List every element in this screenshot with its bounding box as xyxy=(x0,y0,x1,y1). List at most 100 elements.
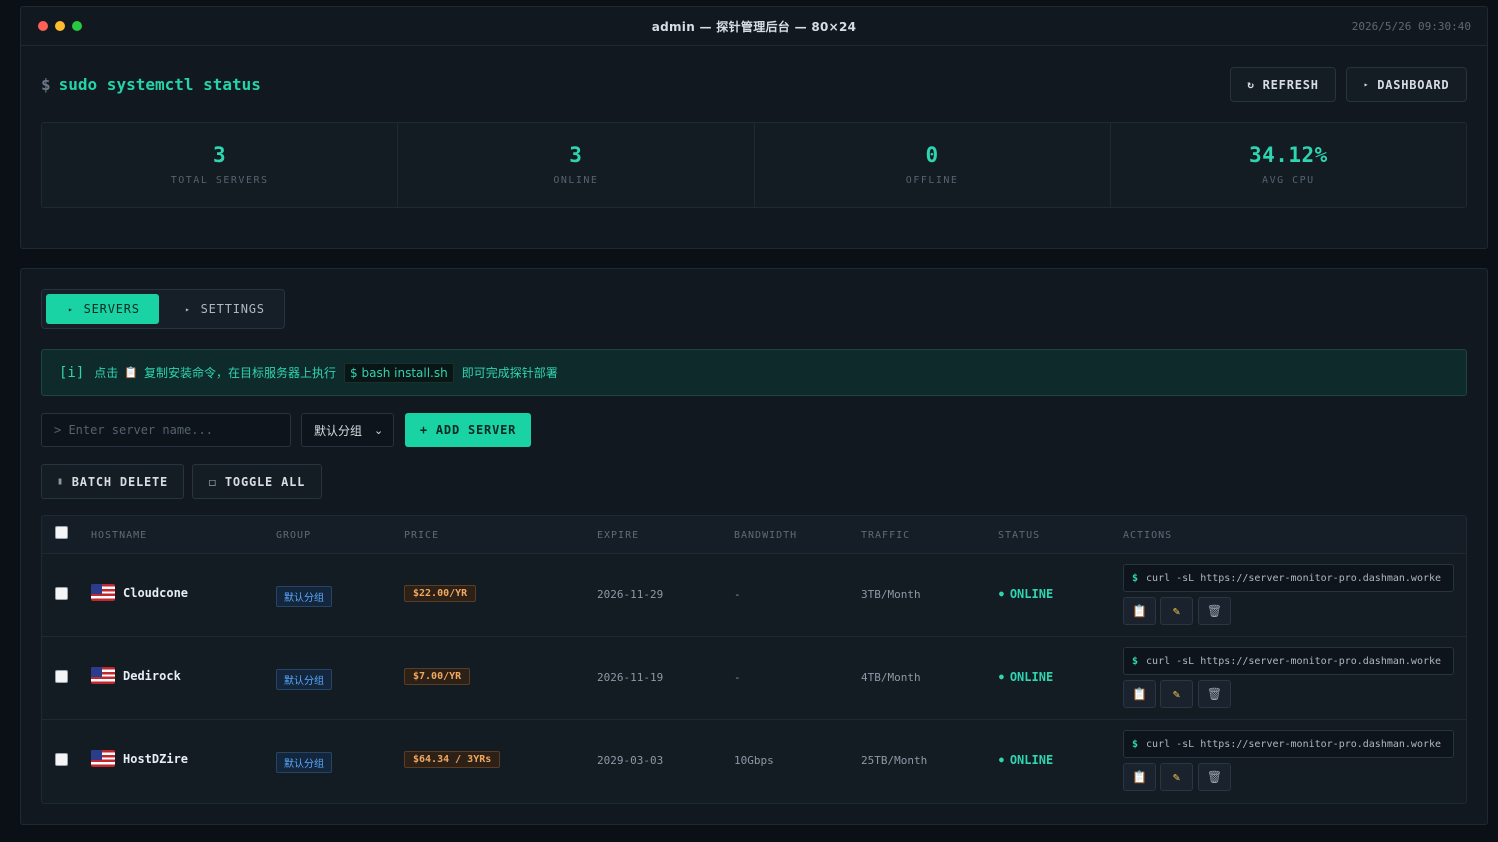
tab-servers[interactable]: ▸ SERVERS xyxy=(46,294,159,324)
hostname-cell: Dedirock xyxy=(91,667,181,684)
status-badge: ● ONLINE xyxy=(999,587,1053,601)
stat-label: OFFLINE xyxy=(905,175,959,186)
tab-label: SETTINGS xyxy=(200,302,265,316)
pencil-icon: ✎ xyxy=(1172,604,1181,618)
stat-value: 3 xyxy=(213,143,227,167)
checkbox-icon: ☐ xyxy=(208,474,217,489)
group-select[interactable]: 默认分组 ⌄ xyxy=(301,413,394,447)
cmd-prompt: $ xyxy=(1132,655,1139,667)
expire-date: 2029-03-03 xyxy=(597,754,664,767)
search-input[interactable] xyxy=(41,413,291,447)
col-status: STATUS xyxy=(998,530,1041,541)
stat-value: 3 xyxy=(569,143,583,167)
install-command[interactable]: $ curl -sL https://server-monitor-pro.das… xyxy=(1123,564,1454,592)
col-actions: ACTIONS xyxy=(1123,530,1173,541)
maximize-dot[interactable] xyxy=(72,21,82,31)
toggle-all-button[interactable]: ☐ TOGGLE ALL xyxy=(192,464,322,499)
stat-total-servers: 3 TOTAL SERVERS xyxy=(42,123,399,207)
servers-table: HOSTNAME GROUP PRICE EXPIRE BANDWIDTH TR… xyxy=(41,515,1467,804)
install-code: $ bash install.sh xyxy=(344,362,454,383)
status-badge: ● ONLINE xyxy=(999,753,1053,767)
stat-value: 0 xyxy=(925,143,939,167)
row-checkbox[interactable] xyxy=(55,587,68,600)
prompt-symbol: $ xyxy=(41,75,51,94)
add-server-button[interactable]: + ADD SERVER xyxy=(405,413,531,447)
install-command-text: curl -sL https://server-monitor-pro.dash… xyxy=(1146,655,1442,667)
close-dot[interactable] xyxy=(38,21,48,31)
group-badge: 默认分组 xyxy=(276,669,332,690)
delete-button[interactable]: 🗑 xyxy=(1198,597,1231,625)
stat-label: AVG CPU xyxy=(1262,175,1315,186)
chevron-down-icon: ⌄ xyxy=(374,423,384,437)
col-traffic: TRAFFIC xyxy=(861,530,911,541)
dashboard-button[interactable]: ▸ DASHBOARD xyxy=(1346,67,1467,102)
row-checkbox[interactable] xyxy=(55,753,68,766)
info-tag: [i] xyxy=(59,364,85,381)
hostname: Cloudcone xyxy=(123,585,189,600)
play-icon: ▸ xyxy=(1363,80,1370,89)
price-badge: $22.00/YR xyxy=(404,585,477,602)
refresh-icon: ↻ xyxy=(1247,78,1255,91)
batch-delete-button[interactable]: ▮ BATCH DELETE xyxy=(41,464,184,499)
dashboard-label: DASHBOARD xyxy=(1377,77,1450,92)
table-row: HostDZire 默认分组 $64.34 / 3YRs 2029-03-03 … xyxy=(42,720,1466,803)
trash-icon: 🗑 xyxy=(1206,604,1223,618)
expire-date: 2026-11-19 xyxy=(597,671,664,684)
hostname: HostDZire xyxy=(123,751,189,766)
window-titlebar: admin — 探针管理后台 — 80×24 2026/5/26 09:30:4… xyxy=(21,7,1487,46)
col-hostname: HOSTNAME xyxy=(91,530,148,541)
info-text-after: 即可完成探针部署 xyxy=(461,366,558,380)
edit-button[interactable]: ✎ xyxy=(1160,763,1193,791)
status-dot-icon: ● xyxy=(999,589,1004,598)
stat-online: 3 ONLINE xyxy=(398,123,755,207)
col-group: GROUP xyxy=(276,530,312,541)
window-title: admin — 探针管理后台 — 80×24 xyxy=(651,19,857,34)
table-row: Cloudcone 默认分组 $22.00/YR 2026-11-29 - 3T… xyxy=(42,554,1466,637)
stat-avg-cpu: 34.12% AVG CPU xyxy=(1111,123,1466,207)
status-text: ONLINE xyxy=(1009,587,1054,601)
install-command-text: curl -sL https://server-monitor-pro.dash… xyxy=(1146,738,1442,750)
price-badge: $7.00/YR xyxy=(404,668,471,685)
delete-button[interactable]: 🗑 xyxy=(1198,763,1231,791)
traffic: 4TB/Month xyxy=(861,671,921,684)
minimize-dot[interactable] xyxy=(55,21,65,31)
info-text-middle: 复制安装命令，在目标服务器上执行 xyxy=(144,366,337,380)
clipboard-icon: 📋 xyxy=(1132,604,1147,618)
cmd-prompt: $ xyxy=(1132,738,1139,750)
copy-button[interactable]: 📋 xyxy=(1123,763,1156,791)
refresh-label: REFRESH xyxy=(1262,77,1319,92)
edit-button[interactable]: ✎ xyxy=(1160,597,1193,625)
install-command-text: curl -sL https://server-monitor-pro.dash… xyxy=(1146,572,1442,584)
pencil-icon: ✎ xyxy=(1172,687,1181,701)
copy-button[interactable]: 📋 xyxy=(1123,680,1156,708)
stat-offline: 0 OFFLINE xyxy=(755,123,1111,207)
play-icon: ▸ xyxy=(68,304,74,314)
table-header: HOSTNAME GROUP PRICE EXPIRE BANDWIDTH TR… xyxy=(42,516,1466,554)
install-command[interactable]: $ curl -sL https://server-monitor-pro.das… xyxy=(1123,730,1454,758)
refresh-button[interactable]: ↻ REFRESH xyxy=(1230,67,1336,102)
tab-settings[interactable]: ▸ SETTINGS xyxy=(163,294,287,324)
delete-button[interactable]: 🗑 xyxy=(1198,680,1231,708)
info-text-before: 点击 xyxy=(94,366,119,380)
install-command[interactable]: $ curl -sL https://server-monitor-pro.das… xyxy=(1123,647,1454,675)
row-checkbox[interactable] xyxy=(55,670,68,683)
stat-label: TOTAL SERVERS xyxy=(170,175,269,186)
select-all-checkbox[interactable] xyxy=(55,526,68,539)
cmd-prompt: $ xyxy=(1132,572,1139,584)
expire-date: 2026-11-29 xyxy=(597,588,664,601)
traffic: 3TB/Month xyxy=(861,588,921,601)
stat-value: 34.12% xyxy=(1248,143,1328,167)
group-badge: 默认分组 xyxy=(276,752,332,773)
stats-panel: 3 TOTAL SERVERS 3 ONLINE 0 OFFLINE 34.12… xyxy=(41,122,1467,208)
pencil-icon: ✎ xyxy=(1172,770,1181,784)
tab-bar: ▸ SERVERS ▸ SETTINGS xyxy=(41,289,285,329)
servers-panel: ▸ SERVERS ▸ SETTINGS [i] 点击 📋 复制安装命令，在目标… xyxy=(20,268,1488,825)
col-price: PRICE xyxy=(404,530,440,541)
edit-button[interactable]: ✎ xyxy=(1160,680,1193,708)
col-expire: EXPIRE xyxy=(597,530,640,541)
clipboard-icon: 📋 xyxy=(1132,770,1147,784)
tab-label: SERVERS xyxy=(83,302,140,316)
copy-button[interactable]: 📋 xyxy=(1123,597,1156,625)
hostname: Dedirock xyxy=(123,668,181,683)
window-controls xyxy=(38,21,82,31)
